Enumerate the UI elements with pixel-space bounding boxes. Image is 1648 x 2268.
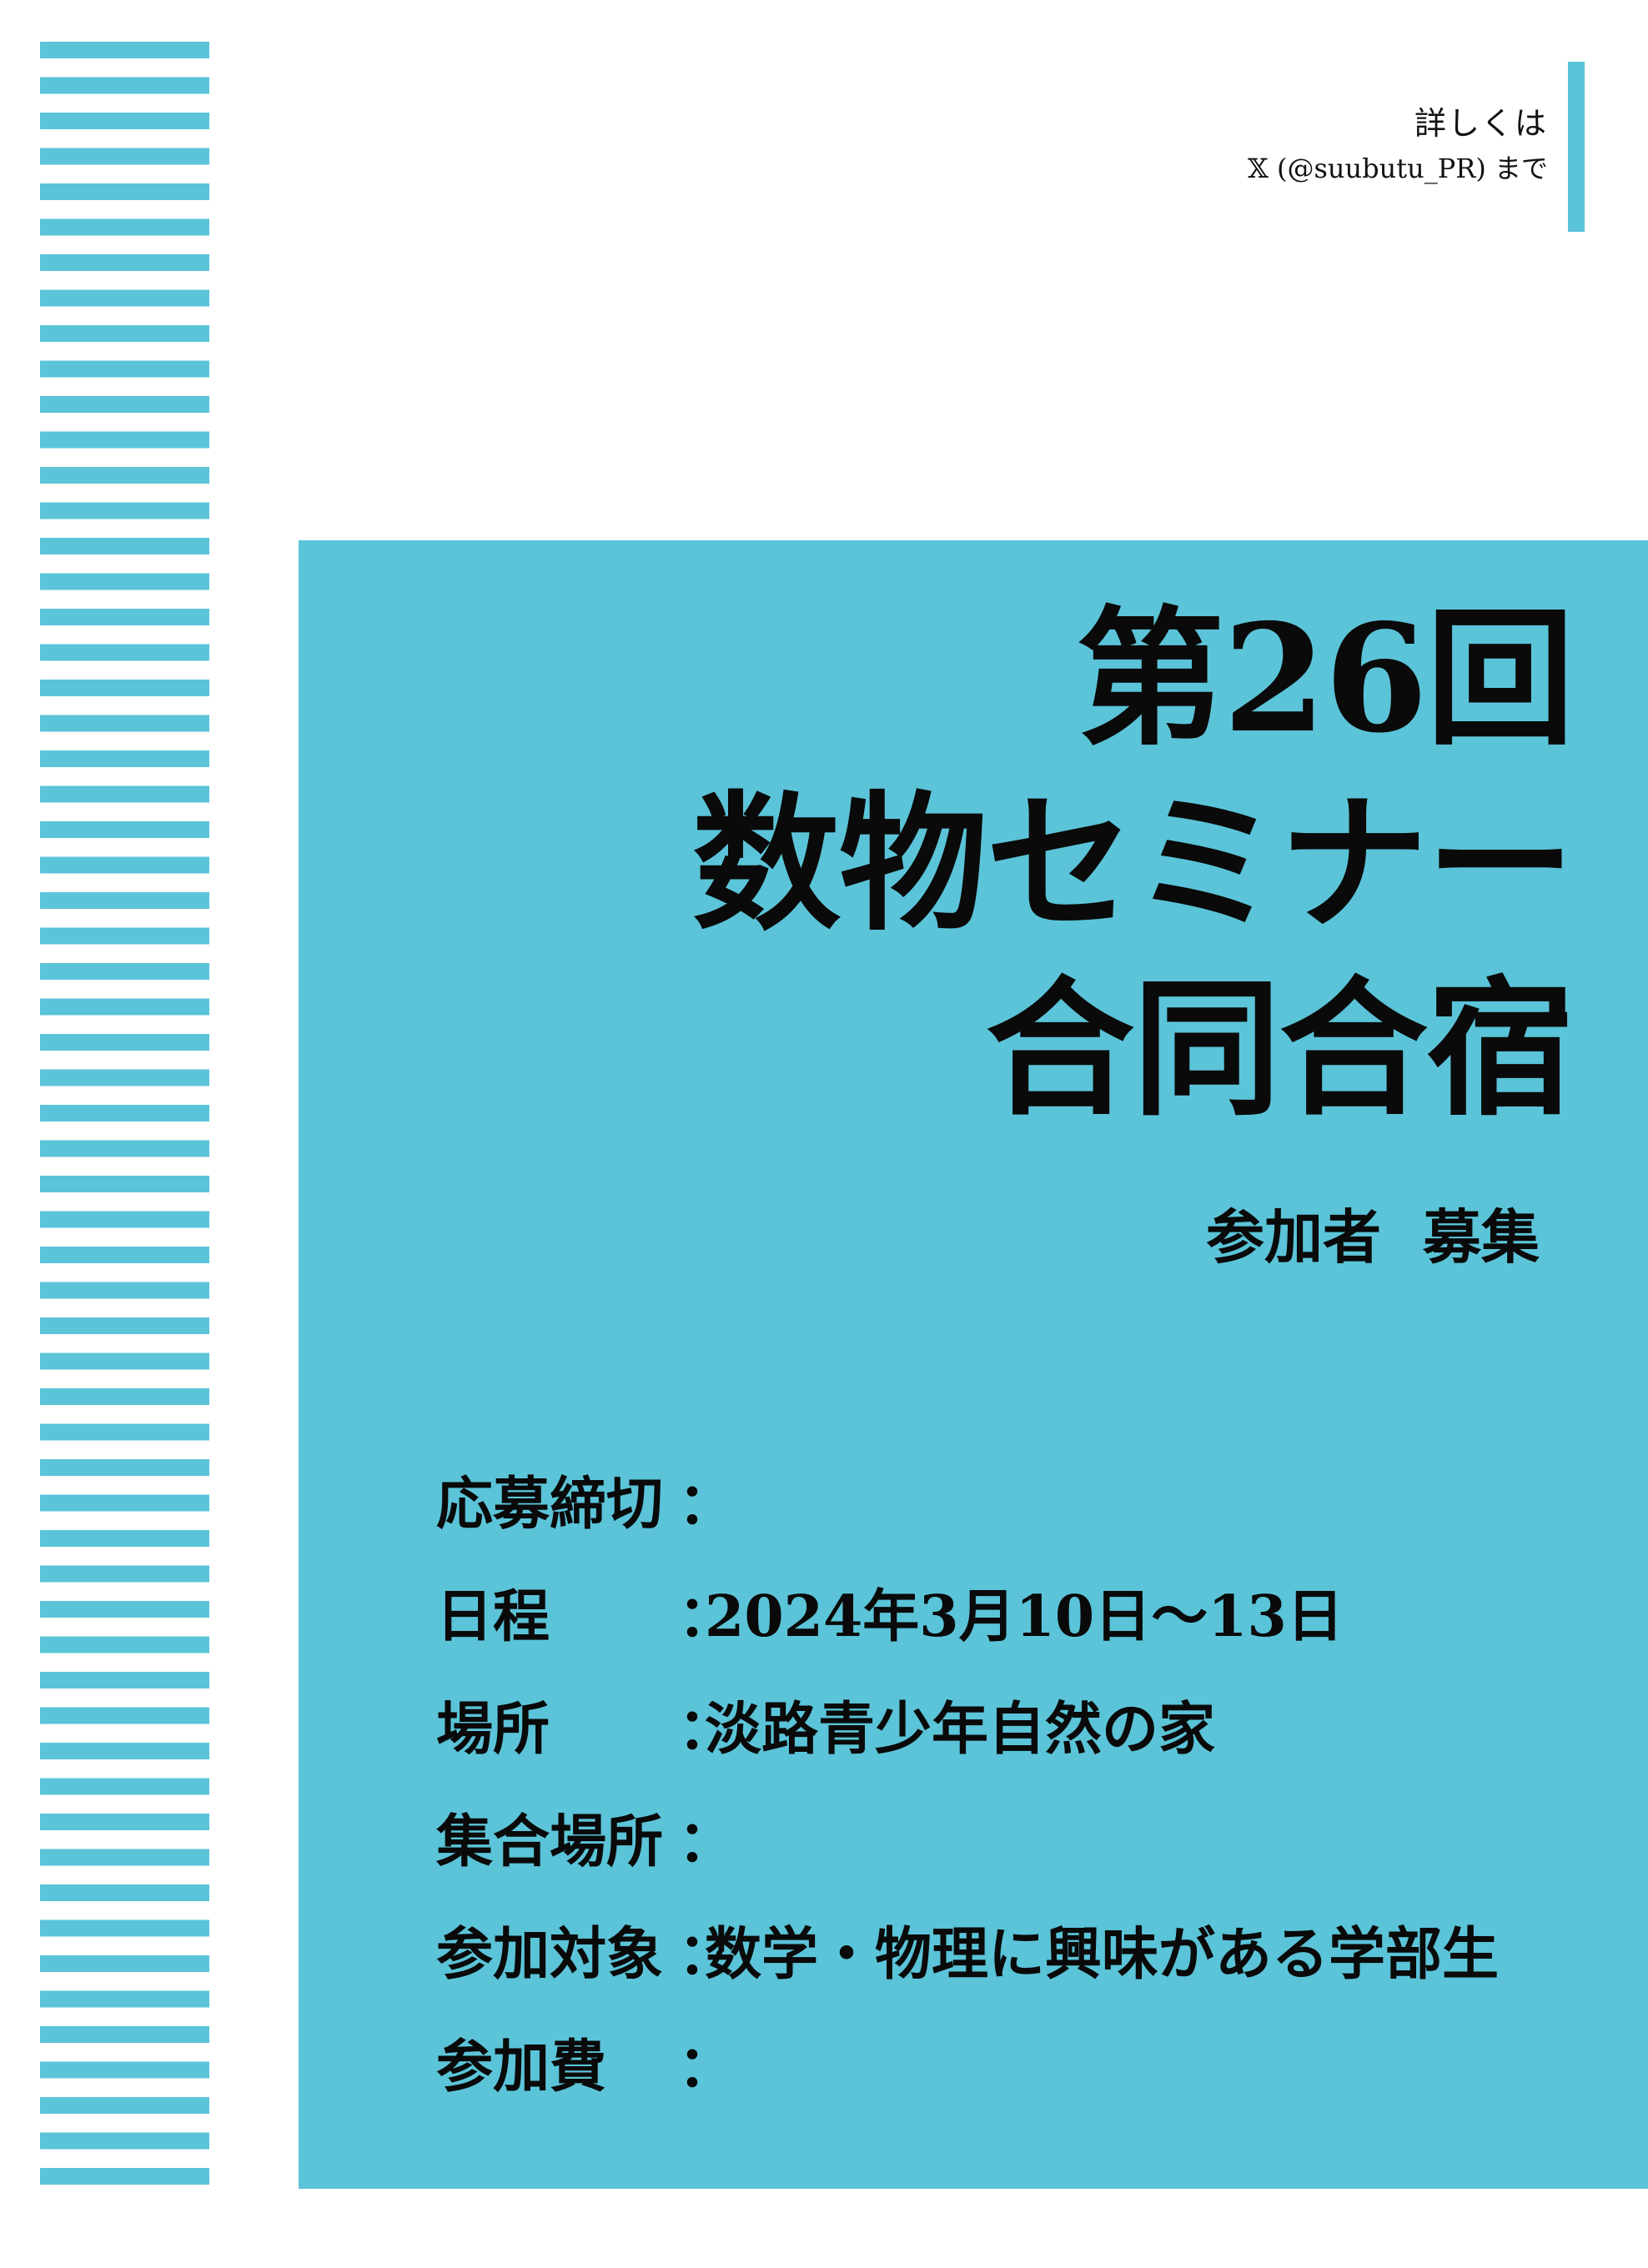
detail-label: 場所 [436, 1696, 550, 1763]
event-details: 応募締切 ： 日程 ： 2024年3月10日～13日 場所 ： 淡路青少年自然の… [436, 1458, 1499, 2133]
detail-row-fee: 参加費 ： [436, 2020, 1499, 2133]
detail-colon: ： [678, 1696, 736, 1763]
detail-row-meeting-point: 集合場所 ： [436, 1795, 1499, 1908]
detail-value: 数学・物理に興味がある学部生 [705, 1921, 1500, 1988]
detail-label: 日程 [436, 1583, 550, 1650]
main-panel: 第26回 数物セミナー 合同合宿 参加者 募集 応募締切 ： 日程 ： 2024年… [299, 540, 1648, 2189]
detail-row-deadline: 応募締切 ： [436, 1458, 1499, 1570]
contact-info: 詳しくは 𝕏 (@suubutu_PR) まで [1248, 100, 1548, 190]
title-line-seminar: 数物セミナー [692, 776, 1575, 951]
detail-colon: ： [678, 2034, 736, 2100]
title-line-edition: 第26回 [1076, 591, 1575, 765]
recruitment-heading: 参加者 募集 [1206, 1191, 1540, 1275]
detail-row-eligibility: 参加対象 ： 数学・物理に興味がある学部生 [436, 1908, 1499, 2020]
detail-label: 参加対象 [436, 1921, 664, 1988]
decorative-stripes [40, 42, 209, 2193]
detail-row-location: 場所 ： 淡路青少年自然の家 [436, 1683, 1499, 1795]
subtitle-recruiting: 募集 [1423, 1202, 1540, 1272]
contact-accent-bar [1568, 62, 1585, 232]
contact-line-handle: 𝕏 (@suubutu_PR) まで [1248, 153, 1548, 184]
detail-value: 淡路青少年自然の家 [705, 1696, 1216, 1763]
poster-title: 第26回 数物セミナー 合同合宿 [692, 586, 1575, 1142]
detail-label: 参加費 [436, 2034, 607, 2100]
detail-colon: ： [678, 1809, 736, 1875]
subtitle-participants: 参加者 [1206, 1202, 1381, 1272]
title-line-camp: 合同合宿 [986, 961, 1575, 1136]
detail-colon: ： [678, 1583, 736, 1650]
detail-colon: ： [678, 1471, 736, 1538]
detail-label: 応募締切 [436, 1471, 664, 1538]
detail-row-schedule: 日程 ： 2024年3月10日～13日 [436, 1570, 1499, 1683]
contact-line-details: 詳しくは [1414, 105, 1548, 142]
detail-colon: ： [678, 1921, 736, 1988]
detail-label: 集合場所 [436, 1809, 664, 1875]
detail-value: 2024年3月10日～13日 [705, 1583, 1344, 1650]
